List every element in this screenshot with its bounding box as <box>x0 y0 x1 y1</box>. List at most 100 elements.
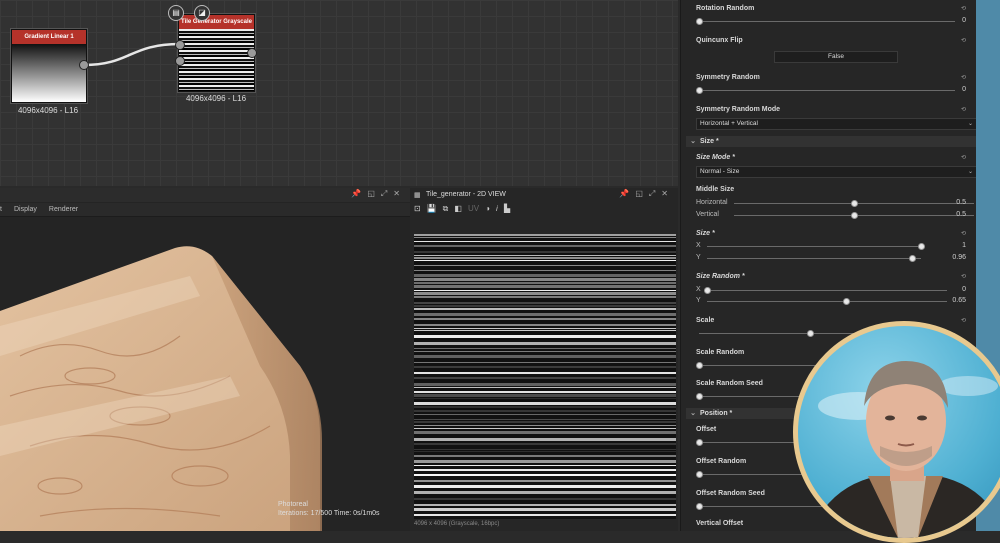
texture-stripe <box>414 274 676 277</box>
menu-item[interactable]: t <box>0 206 2 213</box>
gradient-linear-node[interactable]: Gradient Linear 1 <box>11 29 87 103</box>
fit-icon[interactable]: ⊡ <box>414 204 421 216</box>
texture-stripe <box>414 514 676 516</box>
rotation-random-track[interactable] <box>699 21 955 22</box>
size-y-slider[interactable] <box>909 255 917 262</box>
reset-icon[interactable]: ⟲ <box>961 317 966 324</box>
symmetry-random-value[interactable]: 0 <box>926 86 966 93</box>
input-port[interactable] <box>175 40 185 50</box>
texture-stripe <box>414 504 676 506</box>
size-y-value[interactable]: 0.96 <box>926 254 966 261</box>
window-buttons[interactable]: 📌◱⤢✕ <box>619 189 674 199</box>
size-random-y-track[interactable] <box>707 301 947 302</box>
rotation-random-label: Rotation Random <box>696 5 755 12</box>
node-doc-icon[interactable]: ▤ <box>168 5 184 21</box>
scale-random-seed-slider[interactable] <box>696 393 703 400</box>
reset-icon[interactable]: ⟲ <box>961 273 966 280</box>
texture-stripe <box>414 255 676 256</box>
texture-stripe <box>414 377 676 379</box>
node-output-icon[interactable]: ◪ <box>194 5 210 21</box>
rotation-random-value[interactable]: 0 <box>926 17 966 24</box>
symmetry-random-track[interactable] <box>699 90 955 91</box>
tile-generator-node[interactable]: Tile Generator Grayscale <box>178 14 255 92</box>
menu-item-renderer[interactable]: Renderer <box>49 206 78 213</box>
histogram-icon[interactable]: ▙ <box>504 204 510 216</box>
quincunx-flip-button[interactable]: False <box>774 51 898 63</box>
3d-view-menu: t Display Renderer <box>0 203 410 217</box>
graph-links <box>83 42 181 67</box>
copy-icon[interactable]: ⧉ <box>443 204 449 216</box>
middle-size-horizontal-slider[interactable] <box>851 200 858 207</box>
size-x-slider[interactable] <box>918 243 925 250</box>
size-section-header[interactable]: ⌄ Size * <box>686 136 976 147</box>
wood-cube-render[interactable] <box>0 216 410 531</box>
texture-stripe <box>414 372 676 374</box>
menu-item-display[interactable]: Display <box>14 206 37 213</box>
3d-view-panel[interactable]: 📌◱⤢✕ t Display Renderer Photoreal Iterat… <box>0 188 410 531</box>
size-random-y-value[interactable]: 0.65 <box>926 297 966 304</box>
dropdown-value: Horizontal + Vertical <box>700 120 758 127</box>
texture-stripe <box>414 296 676 298</box>
reset-icon[interactable]: ⟲ <box>961 106 966 113</box>
scale-slider[interactable] <box>807 330 814 337</box>
texture-stripe <box>414 419 676 420</box>
middle-size-horizontal-value[interactable]: 0.5 <box>926 199 966 206</box>
2d-view-panel[interactable]: ▦ Tile_generator - 2D VIEW 📌◱⤢✕ ⊡ 💾 ⧉ ◧ … <box>410 188 678 531</box>
reset-icon[interactable]: ⟲ <box>961 74 966 81</box>
color-icon[interactable]: ◧ <box>454 204 462 216</box>
2d-view-status: 4096 x 4096 (Grayscale, 16bpc) <box>414 521 500 527</box>
channel-icon[interactable]: ◑ <box>485 204 490 216</box>
size-random-x-track[interactable] <box>707 290 947 291</box>
offset-slider[interactable] <box>696 439 703 446</box>
texture-stripe <box>414 270 676 271</box>
size-random-x-value[interactable]: 0 <box>926 286 966 293</box>
symmetry-random-mode-dropdown[interactable]: Horizontal + Vertical ⌄ <box>696 118 977 130</box>
texture-stripe <box>414 362 676 363</box>
size-x-value[interactable]: 1 <box>926 242 966 249</box>
size-y-track[interactable] <box>707 258 921 259</box>
offset-random-seed-slider[interactable] <box>696 503 703 510</box>
info-icon[interactable]: 𝑖 <box>496 204 498 216</box>
size-random-y-slider[interactable] <box>843 298 851 305</box>
texture-stripe <box>414 366 676 368</box>
middle-size-vertical-value[interactable]: 0.5 <box>926 211 966 218</box>
texture-stripe <box>414 265 676 266</box>
scale-random-label: Scale Random <box>696 349 745 356</box>
texture-stripe <box>414 428 676 429</box>
size-x-track[interactable] <box>707 246 921 247</box>
2d-texture-preview[interactable] <box>414 234 676 519</box>
texture-stripe <box>414 406 676 408</box>
texture-stripe <box>414 469 676 471</box>
size-mode-dropdown[interactable]: Normal - Size ⌄ <box>696 166 977 178</box>
chevron-down-icon: ⌄ <box>690 410 696 417</box>
section-title: Position * <box>700 410 733 417</box>
symmetry-random-slider[interactable] <box>696 87 703 94</box>
scale-random-slider[interactable] <box>696 362 703 369</box>
texture-stripe <box>414 460 676 463</box>
node-thumbnail <box>12 44 86 102</box>
window-buttons[interactable]: 📌◱⤢✕ <box>351 189 406 199</box>
offset-random-slider[interactable] <box>696 471 703 478</box>
reset-icon[interactable]: ⟲ <box>961 5 966 12</box>
reset-icon[interactable]: ⟲ <box>961 154 966 161</box>
vertical-offset-label: Vertical Offset <box>696 520 744 527</box>
output-port[interactable] <box>247 48 257 58</box>
texture-stripe <box>414 324 676 326</box>
texture-stripe <box>414 387 676 388</box>
node-graph[interactable]: Gradient Linear 1 4096x4096 - L16 Tile G… <box>0 0 678 186</box>
output-port[interactable] <box>79 60 89 70</box>
texture-stripe <box>414 425 676 426</box>
save-icon[interactable]: 💾 <box>427 204 437 216</box>
input-port[interactable] <box>175 56 185 66</box>
middle-size-vertical-slider[interactable] <box>851 212 858 219</box>
texture-stripe <box>414 342 676 345</box>
texture-stripe <box>414 245 676 247</box>
texture-stripe <box>414 257 676 259</box>
rotation-random-slider[interactable] <box>696 18 703 25</box>
uv-icon[interactable]: UV <box>468 204 479 216</box>
texture-stripe <box>414 313 676 316</box>
size-random-x-slider[interactable] <box>704 287 711 294</box>
reset-icon[interactable]: ⟲ <box>961 37 966 44</box>
texture-stripe <box>414 241 676 242</box>
reset-icon[interactable]: ⟲ <box>961 230 966 237</box>
